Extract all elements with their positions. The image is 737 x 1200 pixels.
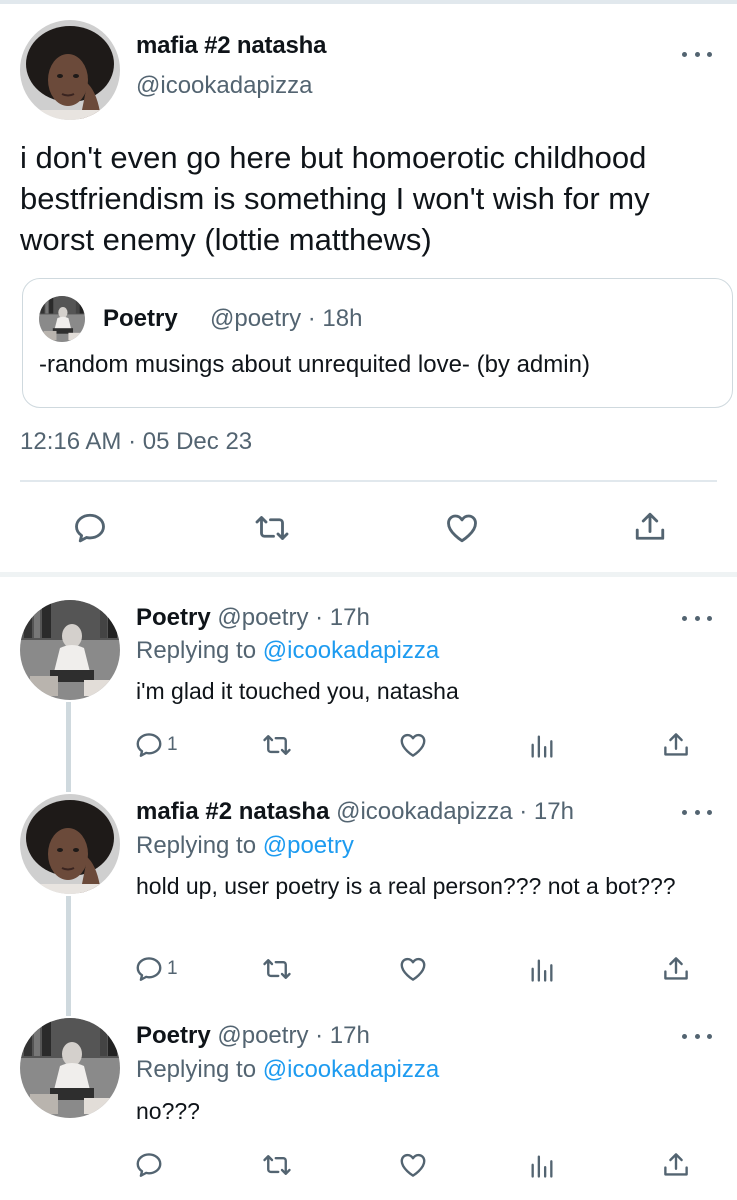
retweet-button[interactable]	[254, 510, 290, 546]
quoted-author-name: Poetry	[103, 305, 178, 332]
mention-link[interactable]: @icookadapizza	[263, 637, 439, 664]
retweet-icon	[262, 1150, 292, 1180]
retweet-button[interactable]	[262, 730, 292, 760]
reply-icon	[134, 730, 164, 760]
share-button[interactable]	[661, 1150, 691, 1180]
quoted-author-avatar	[39, 296, 85, 342]
more-options-icon[interactable]	[682, 1029, 712, 1043]
replying-label: Replying to	[136, 637, 263, 664]
mention-link[interactable]: @poetry	[263, 832, 354, 859]
reply-button[interactable]: 1	[134, 954, 178, 984]
replying-to: Replying to @icookadapizza	[136, 1056, 439, 1084]
retweet-icon	[262, 730, 292, 760]
share-button[interactable]	[661, 730, 691, 760]
mention-link[interactable]: @icookadapizza	[263, 1056, 439, 1083]
heart-icon	[444, 510, 480, 546]
replying-to: Replying to @poetry	[136, 832, 354, 860]
author-avatar[interactable]	[20, 794, 120, 894]
tweet-timestamp[interactable]: 12:16 AM · 05 Dec 23	[20, 428, 252, 456]
author-name[interactable]: Poetry	[136, 604, 211, 631]
share-button[interactable]	[661, 954, 691, 984]
heart-icon	[398, 1150, 428, 1180]
retweet-icon	[262, 954, 292, 984]
more-options-icon[interactable]	[682, 47, 712, 61]
analytics-button[interactable]	[528, 1152, 556, 1180]
more-options-icon[interactable]	[682, 611, 712, 625]
replying-to: Replying to @icookadapizza	[136, 637, 439, 665]
reply-icon	[134, 1150, 164, 1180]
reply-count: 1	[167, 734, 178, 755]
reply-text: hold up, user poetry is a real person???…	[136, 873, 676, 899]
analytics-icon	[528, 956, 556, 984]
share-button[interactable]	[632, 508, 668, 546]
author-name[interactable]: Poetry	[136, 1022, 211, 1049]
like-button[interactable]	[398, 1150, 428, 1180]
author-meta: @poetry · 17h	[217, 604, 370, 631]
more-options-icon[interactable]	[682, 805, 712, 819]
like-button[interactable]	[444, 510, 480, 546]
heart-icon	[398, 730, 428, 760]
share-icon	[661, 1150, 691, 1180]
reply-text: no???	[136, 1098, 200, 1124]
author-name[interactable]: mafia #2 natasha	[136, 32, 326, 60]
reply-text: i'm glad it touched you, natasha	[136, 678, 459, 704]
share-icon	[632, 508, 668, 546]
heart-icon	[398, 954, 428, 984]
divider	[20, 480, 717, 482]
author-meta: @poetry · 17h	[217, 1022, 370, 1049]
analytics-button[interactable]	[528, 732, 556, 760]
quoted-tweet-text: -random musings about unrequited love- (…	[39, 351, 590, 378]
share-icon	[661, 954, 691, 984]
section-divider	[0, 572, 737, 577]
reply-button[interactable]: 1	[134, 730, 178, 760]
quoted-tweet[interactable]: Poetry @poetry · 18h -random musings abo…	[22, 278, 733, 408]
author-meta: @icookadapizza · 17h	[336, 798, 574, 825]
author-avatar[interactable]	[20, 600, 120, 700]
reply-header: mafia #2 natasha @icookadapizza · 17h	[136, 798, 574, 826]
reply-count: 1	[167, 958, 178, 979]
reply-icon	[134, 954, 164, 984]
analytics-icon	[528, 732, 556, 760]
author-avatar[interactable]	[20, 1018, 120, 1118]
reply-tweet[interactable]: Poetry @poetry · 17h Replying to @icooka…	[0, 1010, 737, 1200]
like-button[interactable]	[398, 730, 428, 760]
retweet-button[interactable]	[262, 954, 292, 984]
author-name[interactable]: mafia #2 natasha	[136, 798, 329, 825]
share-icon	[661, 730, 691, 760]
quoted-author-handle: @poetry · 18h	[210, 305, 363, 332]
analytics-button[interactable]	[528, 956, 556, 984]
retweet-button[interactable]	[262, 1150, 292, 1180]
reply-tweet[interactable]: Poetry @poetry · 17h Replying to @icooka…	[0, 596, 737, 792]
reply-tweet[interactable]: mafia #2 natasha @icookadapizza · 17h Re…	[0, 792, 737, 1010]
like-button[interactable]	[398, 954, 428, 984]
replying-label: Replying to	[136, 1056, 263, 1083]
main-tweet[interactable]: mafia #2 natasha @icookadapizza i don't …	[0, 4, 737, 574]
reply-header: Poetry @poetry · 17h	[136, 1022, 370, 1050]
retweet-icon	[254, 510, 290, 546]
replying-label: Replying to	[136, 832, 263, 859]
reply-icon	[72, 510, 108, 546]
reply-header: Poetry @poetry · 17h	[136, 604, 370, 632]
reply-button[interactable]	[134, 1150, 164, 1180]
analytics-icon	[528, 1152, 556, 1180]
reply-button[interactable]	[72, 510, 108, 546]
tweet-text: i don't even go here but homoerotic chil…	[20, 140, 650, 257]
author-avatar[interactable]	[20, 20, 120, 120]
author-handle[interactable]: @icookadapizza	[136, 72, 312, 100]
